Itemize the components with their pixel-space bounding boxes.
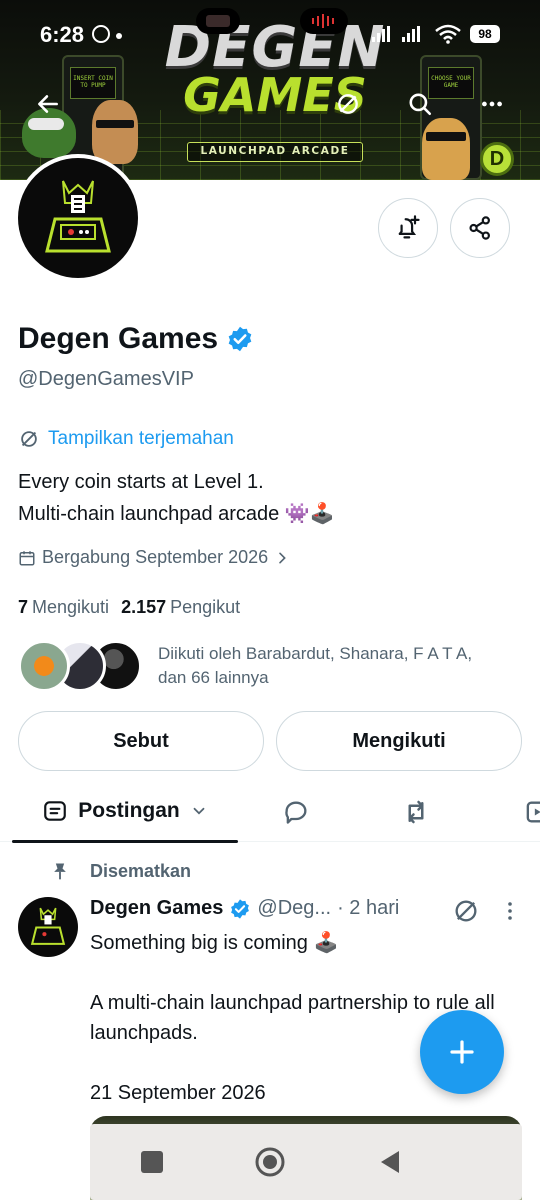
following-stat[interactable]: 7 Mengikuti	[18, 597, 109, 618]
post-line-1: Something big is coming 🕹️	[90, 932, 339, 954]
notification-dot-icon	[116, 33, 122, 39]
tab-reposts[interactable]	[398, 794, 434, 830]
chevron-right-icon	[279, 552, 286, 563]
translate-button[interactable]	[330, 86, 366, 122]
post-more-button[interactable]	[498, 897, 522, 927]
search-button[interactable]	[402, 86, 438, 122]
followed-by-text: Diikuti oleh Barabardut, Shanara, F A T …	[158, 642, 538, 690]
coin-icon: D	[480, 142, 514, 176]
translate-icon	[338, 94, 358, 114]
notify-bell-button[interactable]	[378, 198, 438, 258]
home-button[interactable]	[252, 1144, 288, 1180]
battery-indicator: 98	[470, 25, 500, 43]
back-button[interactable]	[30, 86, 66, 122]
post-author-name[interactable]: Degen Games	[90, 897, 223, 920]
square-icon	[141, 1151, 163, 1173]
camera-cutout-icon	[196, 8, 240, 34]
translate-icon	[455, 900, 477, 922]
arrow-left-icon	[38, 95, 58, 113]
status-bar: 6:28 98	[0, 0, 540, 66]
bell-plus-icon	[398, 215, 420, 239]
plus-icon	[450, 1040, 474, 1064]
triangle-back-icon	[381, 1151, 399, 1173]
tab-posts[interactable]: Postingan	[12, 780, 238, 843]
recording-indicator-icon	[300, 8, 348, 34]
profile-avatar[interactable]	[14, 154, 142, 282]
profile-name: Degen Games	[18, 322, 219, 355]
profile-handle: @DegenGamesVIP	[18, 368, 194, 390]
banner-tagline: LAUNCHPAD ARCADE	[187, 142, 363, 162]
following-count: 7	[18, 597, 29, 617]
posts-icon	[44, 801, 67, 821]
more-horizontal-icon	[482, 101, 502, 107]
search-icon	[409, 93, 432, 116]
pinned-indicator: Disematkan	[50, 860, 191, 882]
followers-count: 2.157	[121, 597, 167, 617]
compose-button[interactable]	[420, 1010, 504, 1094]
media-icon	[526, 801, 540, 823]
pinned-label: Disematkan	[90, 860, 192, 881]
following-label: Mengikuti	[32, 597, 110, 617]
tab-replies[interactable]	[278, 794, 314, 830]
wifi-icon	[435, 24, 461, 44]
more-vertical-icon	[508, 902, 512, 920]
signal-icon-2	[402, 26, 422, 42]
post-translate-button[interactable]	[452, 897, 482, 927]
following-button[interactable]: Mengikuti	[276, 711, 522, 771]
joined-date-row[interactable]: Bergabung September 2026	[18, 547, 290, 568]
joined-date: Bergabung September 2026	[42, 547, 269, 567]
profile-name-row: Degen Games	[18, 322, 254, 356]
share-icon	[469, 216, 490, 240]
cabinet-left-text: INSERT COIN TO PUMP	[73, 75, 113, 89]
followed-by-row[interactable]: Diikuti oleh Barabardut, Shanara, F A T …	[18, 640, 538, 692]
followed-by-line-2: dan 66 lainnya	[158, 668, 269, 687]
status-time: 6:28	[40, 22, 85, 47]
tab-media[interactable]	[518, 794, 540, 830]
translate-icon	[21, 431, 37, 447]
translate-label: Tampilkan terjemahan	[48, 428, 234, 449]
tab-posts-label: Postingan	[78, 799, 180, 822]
nav-back-button[interactable]	[372, 1144, 408, 1180]
cat-figure	[92, 100, 138, 164]
pin-icon	[54, 863, 66, 880]
follower-avatar	[18, 640, 70, 692]
bio-line-1: Every coin starts at Level 1.	[18, 471, 264, 493]
post-author-avatar[interactable]	[18, 897, 78, 957]
profile-bio: Every coin starts at Level 1. Multi-chai…	[18, 466, 335, 530]
verified-badge-icon[interactable]	[226, 325, 254, 353]
post-author-handle: @Deg...	[257, 897, 332, 919]
calendar-icon	[19, 550, 35, 565]
whatsapp-icon	[92, 25, 110, 43]
mention-button[interactable]: Sebut	[18, 711, 264, 771]
verified-badge-icon	[231, 898, 250, 919]
followed-by-line-1: Diikuti oleh Barabardut, Shanara, F A T …	[158, 644, 473, 663]
arcade-cabinet-logo-icon	[30, 907, 66, 945]
arcade-cabinet-logo-icon	[45, 180, 111, 253]
reply-icon	[285, 801, 307, 824]
repost-icon	[408, 800, 424, 824]
recents-button[interactable]	[134, 1144, 170, 1180]
dog-figure	[422, 118, 470, 180]
followers-label: Pengikut	[170, 597, 241, 617]
system-navigation-bar	[90, 1124, 522, 1200]
chevron-down-icon	[193, 807, 205, 815]
share-button[interactable]	[450, 198, 510, 258]
home-circle-icon	[255, 1147, 285, 1177]
profile-tabs: Postingan	[0, 780, 540, 843]
follow-stats: 7 Mengikuti 2.157 Pengikut	[18, 597, 240, 618]
signal-icon	[372, 26, 392, 42]
translate-bio-link[interactable]: Tampilkan terjemahan	[18, 428, 234, 450]
post-header: Degen Games @Deg... · 2 hari	[90, 897, 399, 920]
followers-stat[interactable]: 2.157 Pengikut	[121, 597, 240, 618]
post-time: · 2 hari	[337, 897, 400, 919]
bio-line-2: Multi-chain launchpad arcade 👾🕹️	[18, 503, 335, 525]
more-options-button[interactable]	[474, 86, 510, 122]
